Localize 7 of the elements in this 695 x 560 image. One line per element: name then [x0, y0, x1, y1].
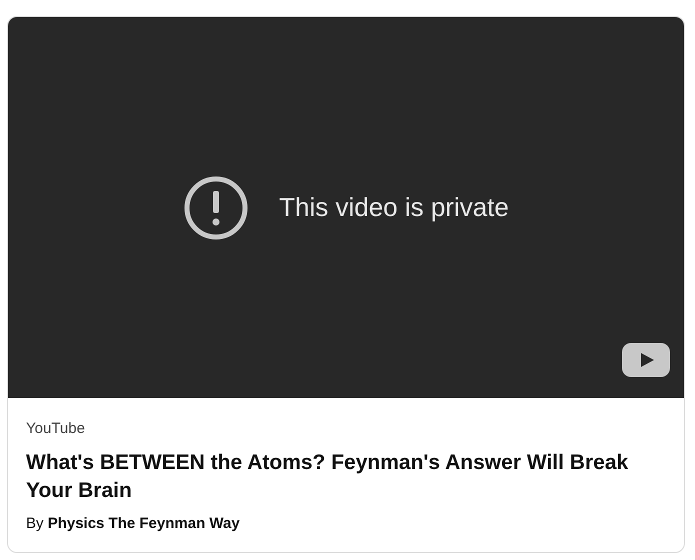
video-title[interactable]: What's BETWEEN the Atoms? Feynman's Answer Will Break Your Brain: [26, 448, 668, 506]
byline: By Physics The Feynman Way: [26, 514, 241, 534]
alert-icon: [183, 174, 250, 240]
video-message: This video is private: [279, 191, 509, 224]
source-label: YouTube: [26, 419, 86, 439]
play-icon[interactable]: [622, 343, 670, 377]
video-player[interactable]: This video is private: [8, 17, 684, 398]
